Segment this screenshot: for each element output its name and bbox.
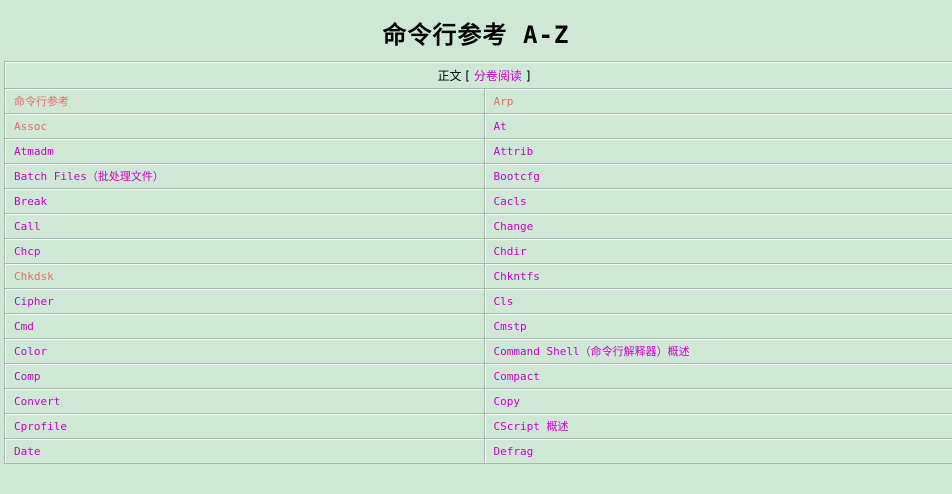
open-bracket: [ — [465, 68, 471, 83]
table-row: Cprofile CScript 概述 — [4, 413, 952, 439]
command-link[interactable]: Attrib — [494, 145, 534, 158]
command-cell-left: Break — [4, 188, 485, 214]
command-cell-left: 命令行参考 — [4, 88, 485, 114]
command-cell-left: Chcp — [4, 238, 485, 264]
command-link[interactable]: Batch Files（批处理文件） — [14, 170, 164, 183]
table-row: Chcp Chdir — [4, 238, 952, 264]
command-cell-left: Atmadm — [4, 138, 485, 164]
command-link[interactable]: Atmadm — [14, 145, 54, 158]
command-cell-left: Color — [4, 338, 485, 364]
main-text-label: 正文 — [437, 68, 462, 83]
command-cell-left: Cprofile — [4, 413, 485, 439]
table-row: Color Command Shell（命令行解释器）概述 — [4, 338, 952, 364]
command-link[interactable]: Bootcfg — [494, 170, 540, 183]
command-link[interactable]: Cipher — [14, 295, 54, 308]
command-link[interactable]: 命令行参考 — [14, 95, 69, 108]
command-cell-right: Cacls — [483, 188, 952, 214]
command-cell-right: At — [483, 113, 952, 139]
command-link[interactable]: Color — [14, 345, 47, 358]
command-cell-left: Date — [4, 438, 485, 464]
command-cell-left: Cipher — [4, 288, 485, 314]
command-cell-right: Compact — [483, 363, 952, 389]
command-cell-left: Convert — [4, 388, 485, 414]
command-cell-right: Attrib — [483, 138, 952, 164]
command-cell-right: Command Shell（命令行解释器）概述 — [483, 338, 952, 364]
table-row: Cipher Cls — [4, 288, 952, 314]
command-index-body: 正文 [ 分卷阅读 ] 命令行参考 Arp Assoc At Atmadm Attrib B… — [4, 61, 952, 464]
command-cell-right: Chkntfs — [483, 263, 952, 289]
table-row: Convert Copy — [4, 388, 952, 414]
table-row: Call Change — [4, 213, 952, 239]
table-row: Comp Compact — [4, 363, 952, 389]
command-cell-right: Cmstp — [483, 313, 952, 339]
table-row: Cmd Cmstp — [4, 313, 952, 339]
command-link[interactable]: Cls — [494, 295, 514, 308]
command-cell-right: Defrag — [483, 438, 952, 464]
command-cell-right: Bootcfg — [483, 163, 952, 189]
table-row: Batch Files（批处理文件） Bootcfg — [4, 163, 952, 189]
command-link[interactable]: Convert — [14, 395, 60, 408]
command-link[interactable]: Cacls — [494, 195, 527, 208]
page-title: 命令行参考 A-Z — [382, 20, 570, 49]
nav-row: 正文 [ 分卷阅读 ] — [4, 61, 952, 89]
table-row: Date Defrag — [4, 438, 952, 464]
command-cell-right: Chdir — [483, 238, 952, 264]
command-link[interactable]: Change — [494, 220, 534, 233]
table-row: Atmadm Attrib — [4, 138, 952, 164]
command-link[interactable]: Chkdsk — [14, 270, 54, 283]
command-link[interactable]: Cprofile — [14, 420, 67, 433]
nav-cell: 正文 [ 分卷阅读 ] — [4, 61, 952, 89]
command-link[interactable]: Cmstp — [494, 320, 527, 333]
command-cell-left: Batch Files（批处理文件） — [4, 163, 485, 189]
command-cell-right: Arp — [483, 88, 952, 114]
command-cell-left: Comp — [4, 363, 485, 389]
command-link[interactable]: Cmd — [14, 320, 34, 333]
command-link[interactable]: Date — [14, 445, 41, 458]
command-link[interactable]: Copy — [494, 395, 521, 408]
command-link[interactable]: Defrag — [494, 445, 534, 458]
command-link[interactable]: Call — [14, 220, 41, 233]
command-link[interactable]: Assoc — [14, 120, 47, 133]
command-link[interactable]: CScript 概述 — [494, 420, 569, 433]
command-index-table: 正文 [ 分卷阅读 ] 命令行参考 Arp Assoc At Atmadm Attrib B… — [4, 61, 952, 464]
table-row: Break Cacls — [4, 188, 952, 214]
command-cell-right: Cls — [483, 288, 952, 314]
table-row: Chkdsk Chkntfs — [4, 263, 952, 289]
command-link[interactable]: Arp — [494, 95, 514, 108]
command-link[interactable]: Chcp — [14, 245, 41, 258]
command-link[interactable]: Chkntfs — [494, 270, 540, 283]
command-link[interactable]: Command Shell（命令行解释器）概述 — [494, 345, 690, 358]
table-row: Assoc At — [4, 113, 952, 139]
command-cell-right: Copy — [483, 388, 952, 414]
command-link[interactable]: Break — [14, 195, 47, 208]
command-link[interactable]: At — [494, 120, 507, 133]
command-cell-left: Cmd — [4, 313, 485, 339]
close-bracket: ] — [525, 68, 531, 83]
volume-reading-link[interactable]: 分卷阅读 — [474, 69, 522, 83]
command-link[interactable]: Chdir — [494, 245, 527, 258]
command-link[interactable]: Compact — [494, 370, 540, 383]
table-row: 命令行参考 Arp — [4, 88, 952, 114]
command-link[interactable]: Comp — [14, 370, 41, 383]
command-cell-right: CScript 概述 — [483, 413, 952, 439]
command-cell-left: Chkdsk — [4, 263, 485, 289]
command-cell-left: Assoc — [4, 113, 485, 139]
command-cell-left: Call — [4, 213, 485, 239]
command-cell-right: Change — [483, 213, 952, 239]
